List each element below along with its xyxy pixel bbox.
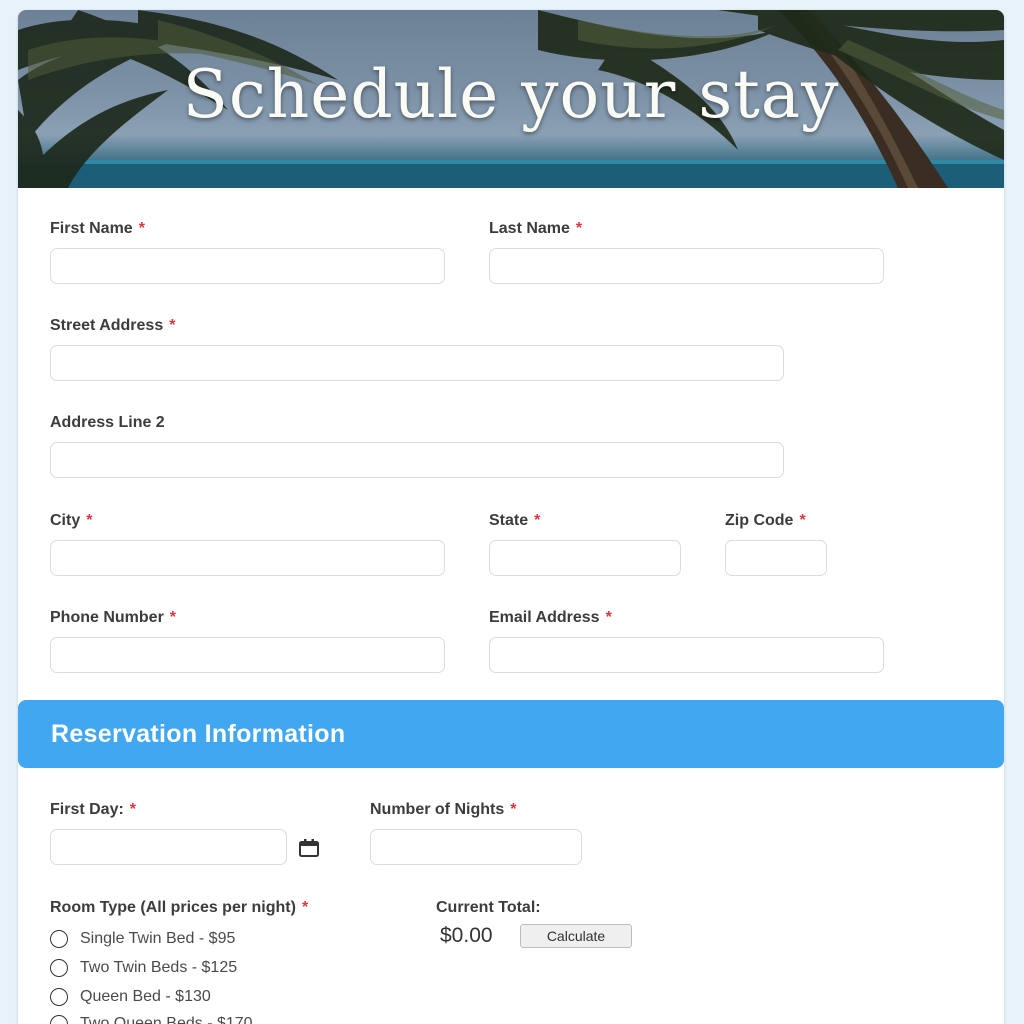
- nights-input[interactable]: [370, 829, 582, 865]
- section-title: Reservation Information: [51, 720, 346, 748]
- calendar-icon[interactable]: [298, 838, 320, 858]
- room-option-label: Two Twin Beds - $125: [80, 959, 238, 976]
- required-marker: *: [301, 899, 309, 916]
- last-name-label-text: Last Name: [489, 220, 570, 237]
- current-total-label: Current Total:: [436, 899, 541, 917]
- city-input[interactable]: [50, 540, 445, 576]
- first-day-input[interactable]: [50, 829, 287, 865]
- hero-banner: Schedule your stay: [18, 10, 1004, 188]
- radio-button[interactable]: [50, 1015, 68, 1024]
- nights-label: Number of Nights *: [370, 801, 516, 819]
- phone-input[interactable]: [50, 637, 445, 673]
- nights-label-text: Number of Nights: [370, 801, 505, 818]
- first-name-label-text: First Name: [50, 220, 133, 237]
- room-option[interactable]: Single Twin Bed - $95: [50, 928, 235, 950]
- page-title: Schedule your stay: [182, 56, 840, 133]
- required-marker: *: [138, 220, 145, 237]
- current-total-value: $0.00: [440, 924, 493, 947]
- required-marker: *: [169, 609, 177, 626]
- required-marker: *: [799, 512, 806, 529]
- last-name-input[interactable]: [489, 248, 884, 284]
- required-marker: *: [86, 512, 93, 529]
- phone-label-text: Phone Number: [50, 609, 164, 626]
- state-label-text: State: [489, 512, 529, 529]
- address-line2-label: Address Line 2: [50, 414, 165, 432]
- radio-button[interactable]: [50, 988, 68, 1006]
- room-option-label: Queen Bed - $130: [80, 988, 211, 1005]
- city-label-text: City: [50, 512, 81, 529]
- required-marker: *: [534, 512, 541, 529]
- required-marker: *: [169, 317, 176, 334]
- email-input[interactable]: [489, 637, 884, 673]
- address-line2-label-text: Address Line 2: [50, 414, 165, 431]
- first-day-label: First Day: *: [50, 801, 136, 819]
- room-type-label-text: Room Type (All prices per night): [50, 899, 296, 916]
- radio-button[interactable]: [50, 959, 68, 977]
- room-option[interactable]: Queen Bed - $130: [50, 986, 211, 1008]
- email-label: Email Address *: [489, 609, 612, 627]
- calculate-button[interactable]: Calculate: [520, 924, 632, 948]
- state-input[interactable]: [489, 540, 681, 576]
- room-option[interactable]: Two Twin Beds - $125: [50, 957, 237, 979]
- room-type-label: Room Type (All prices per night) *: [50, 899, 308, 917]
- address-line2-input[interactable]: [50, 442, 784, 478]
- city-label: City *: [50, 512, 92, 530]
- first-day-label-text: First Day:: [50, 801, 124, 818]
- required-marker: *: [575, 220, 583, 237]
- phone-label: Phone Number *: [50, 609, 176, 627]
- radio-button[interactable]: [50, 930, 68, 948]
- room-option[interactable]: Two Queen Beds - $170: [50, 1013, 253, 1024]
- first-name-label: First Name *: [50, 220, 145, 238]
- required-marker: *: [129, 801, 137, 818]
- email-label-text: Email Address: [489, 609, 600, 626]
- zip-code-label: Zip Code *: [725, 512, 806, 530]
- zip-code-label-text: Zip Code: [725, 512, 794, 529]
- first-name-input[interactable]: [50, 248, 445, 284]
- reservation-section-header: Reservation Information: [18, 700, 1004, 768]
- required-marker: *: [605, 609, 612, 626]
- street-address-label-text: Street Address: [50, 317, 164, 334]
- page: Schedule your stay First Name * Last Name…: [0, 0, 1024, 1024]
- room-option-label: Two Queen Beds - $170: [80, 1015, 253, 1024]
- street-address-label: Street Address *: [50, 317, 175, 335]
- last-name-label: Last Name *: [489, 220, 582, 238]
- required-marker: *: [510, 801, 517, 818]
- street-address-input[interactable]: [50, 345, 784, 381]
- current-total-label-text: Current Total:: [436, 899, 541, 916]
- zip-code-input[interactable]: [725, 540, 827, 576]
- state-label: State *: [489, 512, 540, 530]
- room-option-label: Single Twin Bed - $95: [80, 930, 236, 947]
